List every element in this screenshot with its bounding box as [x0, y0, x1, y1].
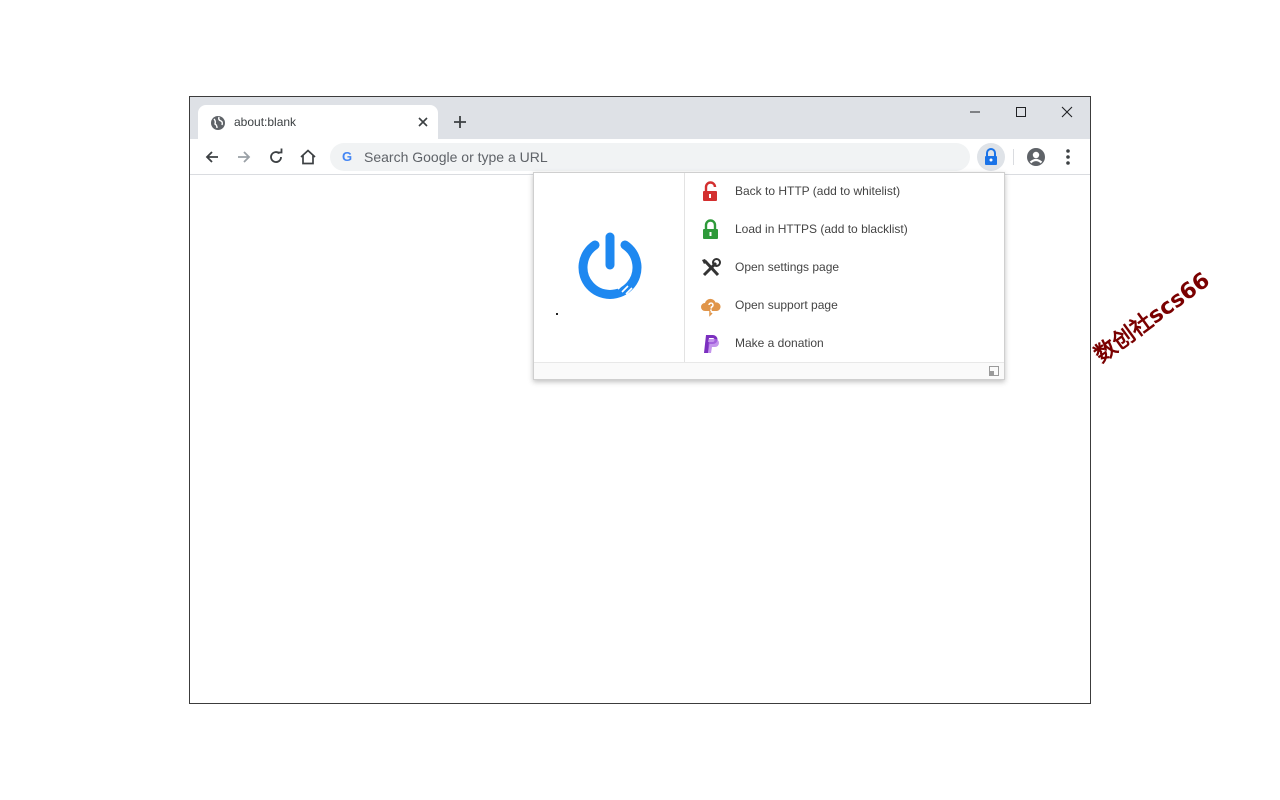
minimize-button[interactable] [952, 97, 998, 127]
menu-item-label: Open support page [735, 298, 838, 312]
omnibox-placeholder: Search Google or type a URL [364, 149, 548, 165]
menu-item-label: Load in HTTPS (add to blacklist) [735, 222, 908, 236]
extension-popup: Back to HTTP (add to whitelist) Load in … [533, 172, 1005, 380]
home-icon [300, 149, 316, 165]
popup-footer [534, 362, 1004, 379]
locked-icon [703, 219, 718, 239]
tab-close-icon[interactable] [416, 115, 430, 129]
paypal-icon [704, 335, 719, 353]
tools-icon [702, 258, 721, 277]
menu-item-open-settings[interactable]: Open settings page [686, 249, 1004, 287]
menu-item-open-support[interactable]: Open support page [686, 287, 1004, 325]
toolbar: G Search Google or type a URL [190, 139, 1090, 175]
lock-icon [985, 148, 997, 165]
menu-item-load-https[interactable]: Load in HTTPS (add to blacklist) [686, 211, 1004, 249]
maximize-icon [1016, 107, 1026, 117]
reload-button[interactable] [264, 145, 288, 169]
menu-item-back-to-http[interactable]: Back to HTTP (add to whitelist) [686, 173, 1004, 211]
popup-logo-panel [534, 173, 685, 362]
menu-item-make-donation[interactable]: Make a donation [686, 325, 1004, 363]
popup-menu: Back to HTTP (add to whitelist) Load in … [686, 173, 1004, 362]
google-logo-icon: G [342, 149, 353, 164]
minimize-icon [970, 111, 980, 113]
more-menu-button[interactable] [1056, 145, 1080, 169]
toolbar-separator [1013, 149, 1014, 165]
arrow-right-icon [238, 151, 251, 163]
unlocked-icon [703, 181, 717, 201]
maximize-button[interactable] [998, 97, 1044, 127]
close-window-button[interactable] [1044, 97, 1090, 127]
globe-icon [210, 115, 226, 131]
back-button[interactable] [200, 145, 224, 169]
new-tab-plus-icon[interactable] [452, 114, 468, 130]
arrow-left-icon [205, 151, 218, 163]
menu-item-label: Make a donation [735, 336, 824, 350]
account-icon [1027, 148, 1045, 166]
watermark-text: 数创社scs66 [1090, 268, 1215, 369]
more-vert-icon [1066, 149, 1070, 165]
extension-button[interactable] [977, 143, 1005, 171]
forward-button[interactable] [232, 145, 256, 169]
close-icon [1061, 106, 1073, 118]
power-icon[interactable] [574, 231, 646, 303]
tab-about-blank[interactable]: about:blank [198, 105, 438, 139]
cloud-question-icon [701, 298, 721, 317]
profile-button[interactable] [1024, 145, 1048, 169]
home-button[interactable] [296, 145, 320, 169]
resize-grip-icon[interactable] [989, 366, 999, 376]
reload-icon [270, 148, 283, 163]
small-dot [556, 313, 558, 315]
omnibox[interactable]: G Search Google or type a URL [330, 143, 970, 171]
title-bar: about:blank [190, 97, 1090, 139]
tab-title: about:blank [234, 115, 297, 129]
menu-item-label: Open settings page [735, 260, 840, 274]
menu-item-label: Back to HTTP (add to whitelist) [735, 184, 901, 198]
